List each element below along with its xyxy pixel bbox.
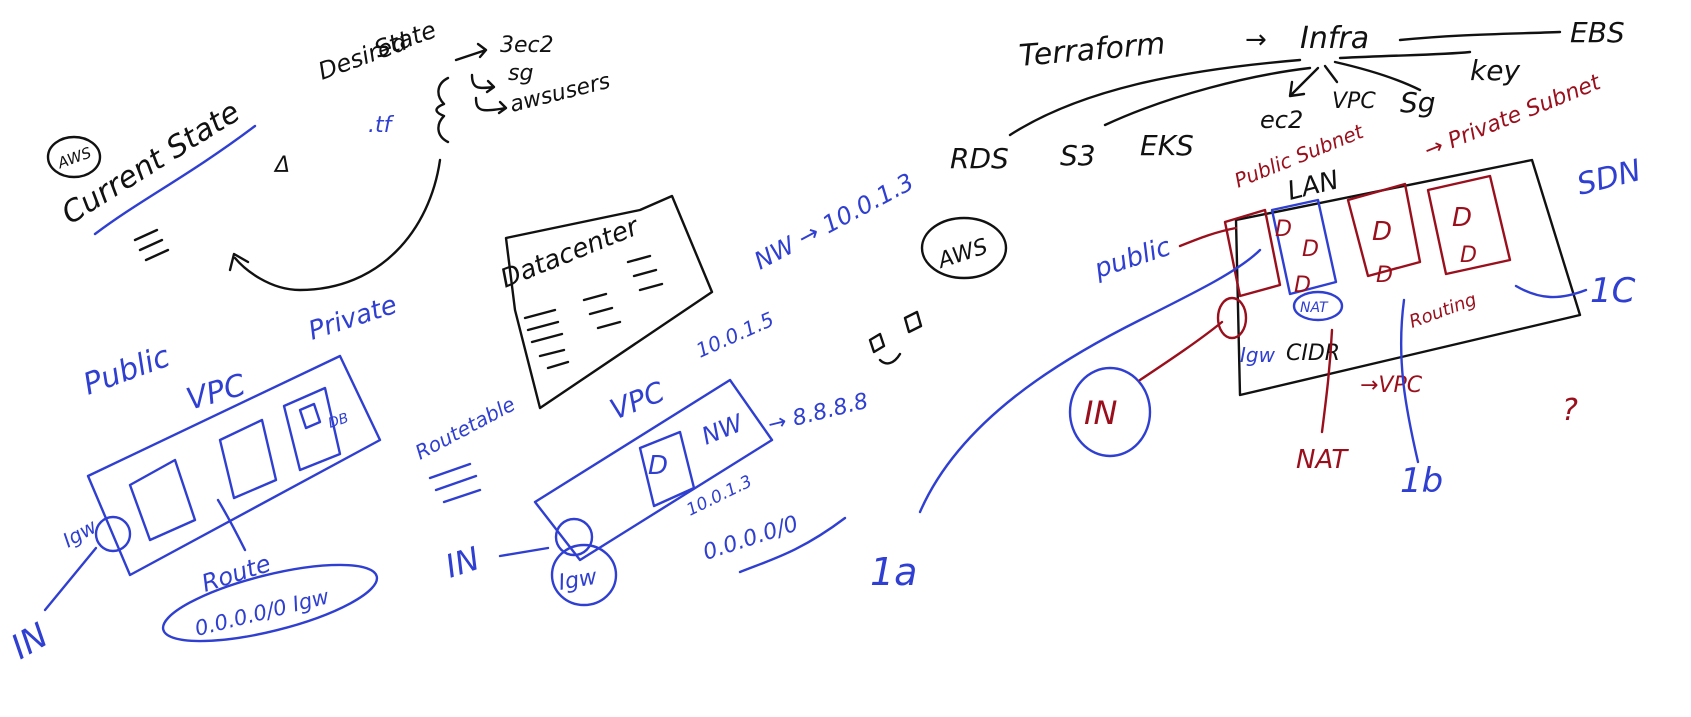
- branch-ebs: [1398, 30, 1562, 42]
- vpc-middle-sketch: D 10.0.1.5 VPC NW → 8.8.8.8 10.0.1.3 0.0…: [441, 307, 871, 607]
- item-arrow-2: [470, 73, 496, 94]
- middle-igw-label: Igw: [557, 564, 600, 595]
- igw-right-circle: [1216, 296, 1248, 340]
- az-1b-label: 1b: [1400, 461, 1443, 501]
- datacenter-sketch: Datacenter NW → 10.0.1.3: [496, 168, 919, 410]
- igw-right-label: Igw: [1240, 343, 1276, 367]
- vpc-left-sketch: Public VPC Private DB Igw IN Route 0.0.0…: [5, 290, 520, 668]
- item-arrow-3: [474, 96, 508, 115]
- middle-instance-mark: D: [648, 451, 668, 481]
- in-right-label: IN: [1084, 394, 1117, 432]
- middle-cidr-label: 0.0.0.0/0: [700, 512, 801, 566]
- public-label: Public: [79, 339, 175, 403]
- in-left-label: IN: [5, 615, 56, 667]
- sdn-label: SDN: [1573, 153, 1644, 203]
- public-subnet-box-1: [1223, 208, 1282, 298]
- item-sg: sg: [508, 61, 533, 86]
- middle-nw-label: NW: [698, 409, 748, 451]
- public-right-label: public: [1090, 232, 1175, 285]
- db-instance: [298, 402, 322, 430]
- tf-file-label: .tf: [368, 113, 395, 138]
- db-mark-6: D: [1452, 203, 1472, 233]
- db-mark-2: D: [1302, 237, 1319, 262]
- terraform-arrow: →: [1245, 25, 1267, 55]
- item-ec2: 3ec2: [500, 33, 554, 58]
- in-to-igw-line: [43, 546, 98, 612]
- state-sketch: AWS Current State Δ Desired State .tf 3e…: [46, 16, 613, 292]
- public-subnet-box: [128, 458, 197, 542]
- route-table-label: Routetable: [411, 392, 519, 465]
- aws-right-badge-label: AWS: [933, 234, 991, 274]
- route-table-marks: [428, 462, 482, 504]
- nat-label: NAT: [1296, 445, 1349, 475]
- branch-vpc: [1323, 64, 1339, 84]
- desired-state-line2: State: [370, 16, 439, 64]
- whiteboard-canvas: AWS Current State Δ Desired State .tf 3e…: [5, 16, 1645, 668]
- infra-label: Infra: [1300, 21, 1369, 56]
- middle-subnet-box: [218, 418, 278, 500]
- igw-left-label: Igw: [59, 514, 102, 553]
- middle-dest-label: → 8.8.8.8: [765, 389, 870, 438]
- az-1a-label: 1a: [870, 550, 917, 594]
- nw-ip-label: NW → 10.0.1.3: [750, 168, 919, 275]
- db-mark-1: D: [1275, 217, 1292, 242]
- az-1a-curve: [918, 248, 1262, 514]
- resource-ec2: ec2: [1260, 106, 1303, 134]
- state-list-marks: [133, 228, 170, 262]
- resource-sg: Sg: [1400, 86, 1436, 119]
- delta-symbol: Δ: [273, 153, 290, 178]
- vpc-right-label: →VPC: [1360, 373, 1423, 398]
- terraform-label: Terraform: [1018, 26, 1167, 74]
- middle-ip-bottom: 10.0.1.3: [683, 472, 755, 521]
- az-1c-curve: [1514, 284, 1588, 299]
- middle-in-label: IN: [441, 539, 485, 585]
- private-label: Private: [305, 290, 401, 347]
- resource-key: key: [1470, 54, 1520, 87]
- db-mark-4: D: [1372, 217, 1392, 247]
- question-mark: ?: [1562, 393, 1578, 428]
- branch-rds: [1008, 58, 1302, 137]
- middle-in-line: [498, 546, 550, 558]
- instance-doodle: [868, 310, 923, 365]
- nat-gateway-label: NAT: [1300, 300, 1329, 316]
- item-arrow-1: [454, 42, 488, 62]
- route-label: Route: [198, 549, 274, 597]
- in-to-igw-right: [1138, 320, 1224, 382]
- aws-badge-label: AWS: [54, 143, 94, 172]
- db-mark-5: D: [1376, 263, 1393, 288]
- resource-vpc: VPC: [1332, 89, 1376, 114]
- resource-eks: EKS: [1140, 129, 1194, 162]
- vpc-label: VPC: [183, 368, 250, 418]
- sync-curve-arrow: [233, 158, 442, 292]
- resource-s3: S3: [1060, 139, 1096, 172]
- resource-ebs: EBS: [1570, 16, 1625, 49]
- routing-label: Routing: [1407, 289, 1480, 333]
- desired-brace: [435, 76, 450, 144]
- db-mark-7: D: [1460, 243, 1477, 268]
- az-1c-label: 1C: [1590, 271, 1636, 311]
- branch-ec2-arrow: [1288, 66, 1320, 98]
- middle-vpc-label: VPC: [605, 375, 669, 427]
- middle-ip-top: 10.0.1.5: [692, 307, 777, 363]
- resource-rds: RDS: [950, 142, 1009, 175]
